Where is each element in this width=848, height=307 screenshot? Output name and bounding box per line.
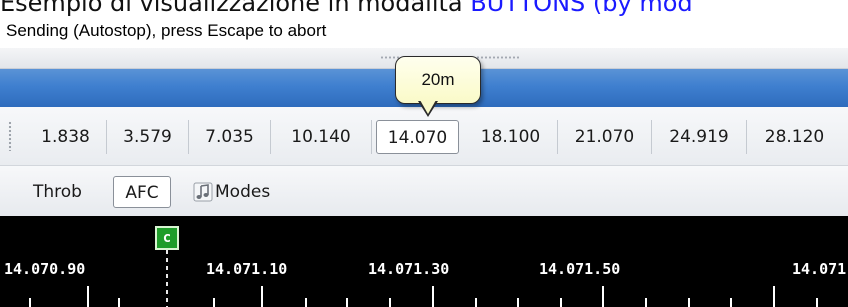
scale-label: 14.071 <box>792 260 846 278</box>
freq-button[interactable]: 24.919 <box>652 120 747 154</box>
mode-toolbar: Throb AFC Modes <box>0 166 848 216</box>
freq-button-selected[interactable]: 14.070 <box>376 120 459 154</box>
caption-link[interactable]: BUTTONS (by mod <box>470 0 692 17</box>
status-bar: Sending (Autostop), press Escape to abor… <box>0 20 848 48</box>
caption-text: Esempio di visualizzazione in modalità <box>0 0 463 17</box>
freq-button[interactable]: 3.579 <box>107 120 189 154</box>
scale-label: 14.071.30 <box>368 260 449 278</box>
page-caption: Esempio di visualizzazione in modalità B… <box>0 0 693 20</box>
freq-button[interactable]: 7.035 <box>189 120 271 154</box>
carrier-marker-label: c <box>162 230 172 246</box>
freq-button[interactable]: 18.100 <box>464 120 558 154</box>
freq-button[interactable]: 21.070 <box>558 120 652 154</box>
afc-button[interactable]: AFC <box>113 176 171 208</box>
modes-label: Modes <box>215 182 271 202</box>
waterfall-scale[interactable]: 14.070.90 14.071.10 14.071.30 14.071.50 … <box>0 216 848 307</box>
freq-button[interactable]: 10.140 <box>271 120 372 154</box>
freq-button[interactable]: 1.838 <box>25 120 107 154</box>
toolbar-grip[interactable] <box>8 121 12 151</box>
scale-label: 14.071.50 <box>539 260 620 278</box>
modes-button[interactable]: Modes <box>193 176 303 208</box>
tooltip-tail-fill <box>420 100 436 114</box>
band-tooltip-text: 20m <box>421 70 455 89</box>
scale-label: 14.070.90 <box>4 260 85 278</box>
band-tooltip: 20m <box>395 56 481 117</box>
carrier-marker[interactable]: c <box>155 226 179 250</box>
frequency-scale: 14.070.90 14.071.10 14.071.30 14.071.50 … <box>4 250 846 307</box>
status-text: Sending (Autostop), press Escape to abor… <box>6 21 327 40</box>
scale-label: 14.071.10 <box>206 260 287 278</box>
freq-button[interactable]: 28.120 <box>747 120 842 154</box>
throb-button[interactable]: Throb <box>33 176 97 208</box>
music-note-icon <box>193 182 213 202</box>
